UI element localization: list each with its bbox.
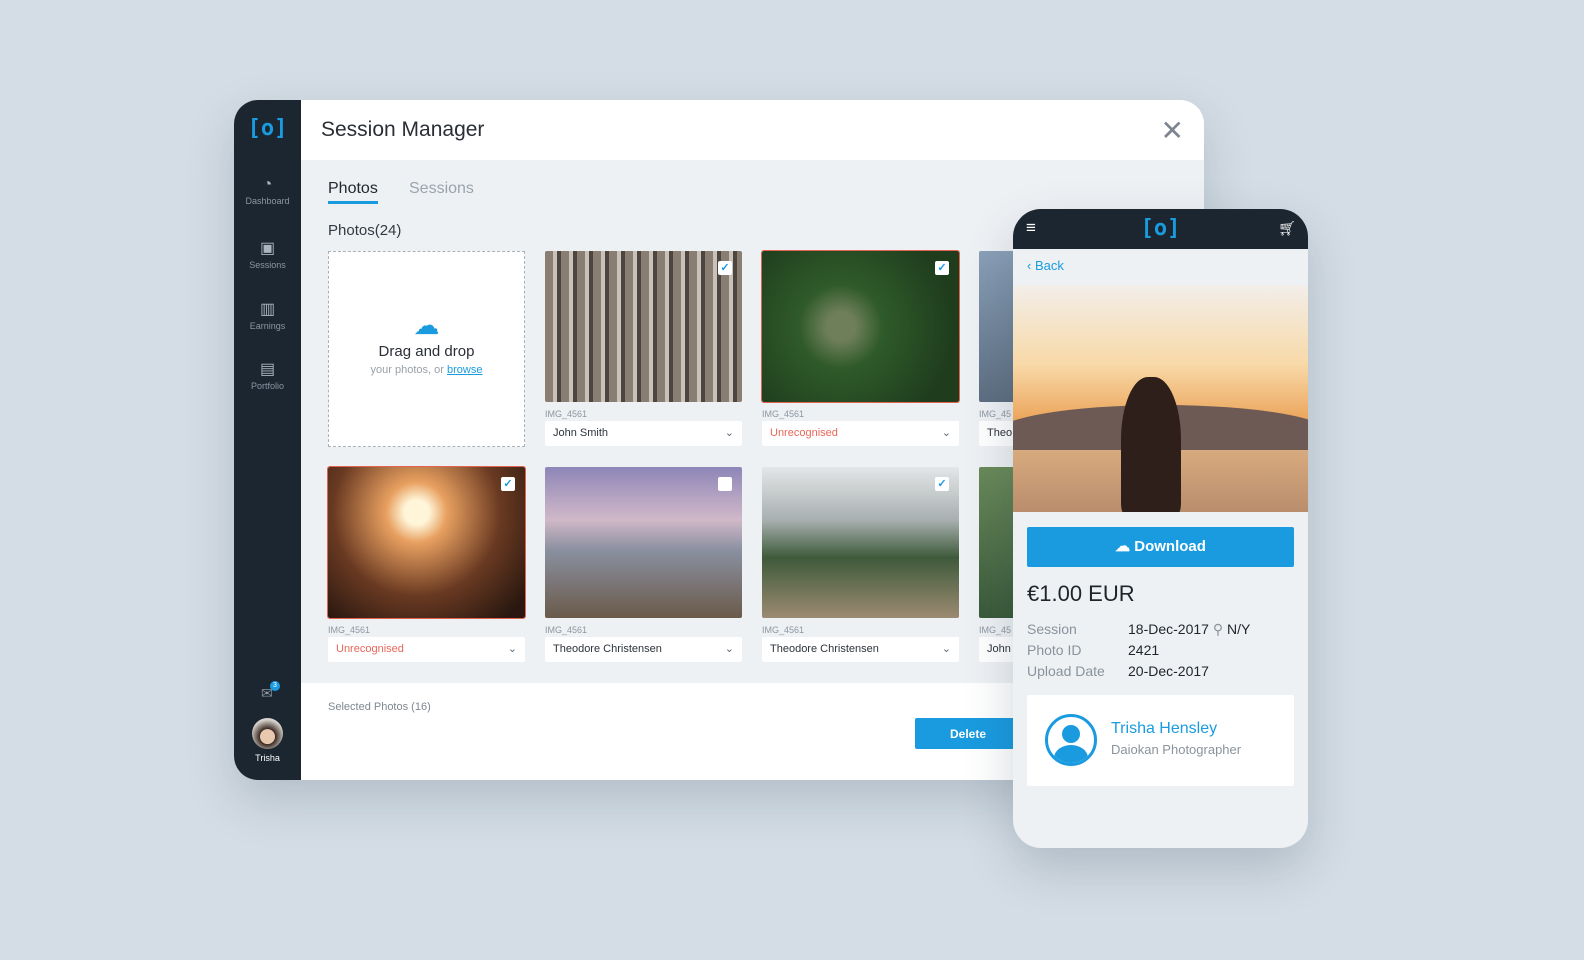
session-value: 18-Dec-2017 ⚲ N/Y	[1128, 621, 1251, 637]
sidebar: [o] ◔ Dashboard ▣ Sessions ▥ Earnings ▤ Port…	[234, 100, 301, 780]
person-select[interactable]: Theodore Christensen ⌄	[762, 637, 959, 662]
checkbox-icon[interactable]	[718, 477, 732, 491]
upload-sub: your photos, or	[370, 364, 447, 376]
upload-date-label: Upload Date	[1027, 663, 1105, 679]
upload-dropzone[interactable]: ☁ Drag and drop your photos, or browse	[328, 251, 525, 447]
person-select[interactable]: Unrecognised ⌄	[328, 637, 525, 662]
tab-photos[interactable]: Photos	[328, 180, 378, 204]
delete-button[interactable]: Delete	[915, 718, 1025, 749]
photo-caption: IMG_4561	[762, 409, 805, 419]
close-icon[interactable]: ✕	[1161, 114, 1184, 147]
header: Session Manager ✕	[301, 100, 1204, 160]
person-select[interactable]: John Smith ⌄	[545, 421, 742, 446]
photo-caption: IMG_4561	[545, 409, 588, 419]
photo-caption: IMG_4561	[545, 625, 588, 635]
photo-preview	[1013, 285, 1308, 512]
bar-chart-icon: ▥	[259, 301, 276, 318]
selected-count: Selected Photos (16)	[328, 701, 431, 713]
sidebar-item-sessions[interactable]: ▣ Sessions	[234, 238, 301, 270]
chevron-down-icon: ⌄	[941, 427, 951, 439]
checkbox-checked-icon[interactable]: ✓	[501, 477, 515, 491]
chevron-down-icon: ⌄	[507, 643, 517, 655]
photo-thumbnail[interactable]: ✓	[761, 250, 960, 403]
back-button[interactable]: ‹ Back	[1027, 258, 1064, 273]
avatar[interactable]	[252, 718, 283, 749]
checkbox-checked-icon[interactable]: ✓	[935, 477, 949, 491]
checkbox-checked-icon[interactable]: ✓	[718, 261, 732, 275]
photographer-role: Daiokan Photographer	[1111, 742, 1242, 757]
photo-card: ✓ IMG_4561 Theodore Christensen ⌄	[762, 467, 959, 662]
checkbox-checked-icon[interactable]: ✓	[935, 261, 949, 275]
person-select[interactable]: Theodore Christensen ⌄	[545, 637, 742, 662]
upload-date-value: 20-Dec-2017	[1128, 663, 1209, 679]
messages-badge: 3	[270, 681, 280, 691]
mobile-preview: ≡ [o] 🛒︎ ‹ Back ☁ Download €1.00 EUR Ses…	[1013, 209, 1308, 848]
mobile-header: ≡ [o] 🛒︎	[1013, 209, 1308, 249]
mobile-logo: [o]	[1140, 216, 1181, 241]
photo-caption: IMG_4561	[328, 625, 371, 635]
sidebar-item-earnings[interactable]: ▥ Earnings	[234, 299, 301, 331]
sidebar-item-portfolio[interactable]: ▤ Portfolio	[234, 359, 301, 391]
photo-card: IMG_4561 Theodore Christensen ⌄	[545, 467, 742, 662]
sidebar-item-dashboard[interactable]: ◔ Dashboard	[234, 176, 301, 206]
tab-sessions[interactable]: Sessions	[409, 180, 474, 198]
location-pin-icon: ⚲	[1212, 621, 1224, 637]
download-button[interactable]: ☁ Download	[1027, 527, 1294, 567]
user-avatar-icon	[1045, 714, 1097, 766]
session-label: Session	[1027, 621, 1077, 637]
browse-link[interactable]: browse	[447, 364, 482, 376]
photo-thumbnail[interactable]: ✓	[762, 467, 959, 618]
cloud-upload-icon: ☁	[413, 310, 440, 340]
chevron-left-icon: ‹	[1027, 258, 1035, 273]
cloud-download-icon: ☁	[1115, 538, 1135, 555]
logo: [o]	[247, 116, 288, 141]
photographer-card[interactable]: Trisha Hensley Daiokan Photographer	[1027, 695, 1294, 786]
photo-thumbnail[interactable]	[545, 467, 742, 618]
photo-card: ✓ IMG_4561 Unrecognised ⌄	[327, 466, 526, 662]
messages-button[interactable]: ✉ 3	[261, 681, 280, 702]
gauge-icon: ◔	[262, 176, 273, 193]
photo-card: ✓ IMG_4561 Unrecognised ⌄	[761, 250, 960, 446]
photo-caption: IMG_4561	[762, 625, 805, 635]
price: €1.00 EUR	[1027, 581, 1135, 606]
briefcase-icon: ▤	[259, 361, 276, 378]
photo-id-label: Photo ID	[1027, 642, 1082, 658]
page-title: Session Manager	[321, 118, 485, 141]
photo-id-value: 2421	[1128, 642, 1160, 658]
chevron-down-icon: ⌄	[724, 427, 734, 439]
upload-title: Drag and drop	[378, 343, 475, 360]
user-name: Trisha	[255, 753, 280, 763]
chevron-down-icon: ⌄	[941, 643, 951, 655]
camera-icon: ▣	[259, 240, 276, 257]
photos-heading: Photos(24)	[328, 222, 402, 239]
photo-thumbnail[interactable]: ✓	[327, 466, 526, 619]
person-select[interactable]: Unrecognised ⌄	[762, 421, 959, 446]
photo-thumbnail[interactable]: ✓	[545, 251, 742, 402]
photographer-name[interactable]: Trisha Hensley	[1111, 720, 1217, 738]
chevron-down-icon: ⌄	[724, 643, 734, 655]
cart-icon[interactable]: 🛒︎	[1278, 220, 1296, 237]
photo-card: ✓ IMG_4561 John Smith ⌄	[545, 251, 742, 446]
